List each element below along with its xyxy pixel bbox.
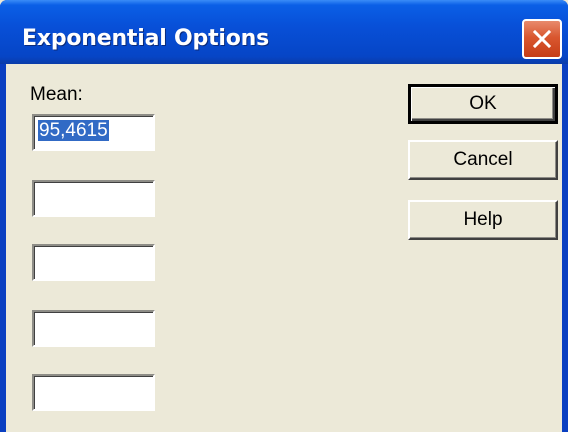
option-field-4[interactable] bbox=[32, 310, 155, 347]
option-field-5[interactable] bbox=[32, 374, 155, 411]
window-title: Exponential Options bbox=[22, 26, 270, 51]
mean-label: Mean: bbox=[30, 84, 83, 105]
title-bar[interactable]: Exponential Options bbox=[0, 0, 568, 64]
mean-input[interactable]: 95,4615 bbox=[32, 114, 155, 151]
close-icon bbox=[532, 29, 552, 49]
ok-button[interactable]: OK bbox=[408, 84, 558, 124]
help-button[interactable]: Help bbox=[408, 200, 558, 240]
mean-value: 95,4615 bbox=[38, 120, 109, 141]
option-field-3[interactable] bbox=[32, 244, 155, 281]
close-button[interactable] bbox=[522, 19, 562, 59]
dialog-window: Exponential Options Mean: 95,4615 OK Can… bbox=[0, 0, 568, 432]
cancel-button[interactable]: Cancel bbox=[408, 140, 558, 180]
option-field-2[interactable] bbox=[32, 180, 155, 217]
dialog-body: Mean: 95,4615 OK Cancel Help bbox=[6, 64, 562, 432]
